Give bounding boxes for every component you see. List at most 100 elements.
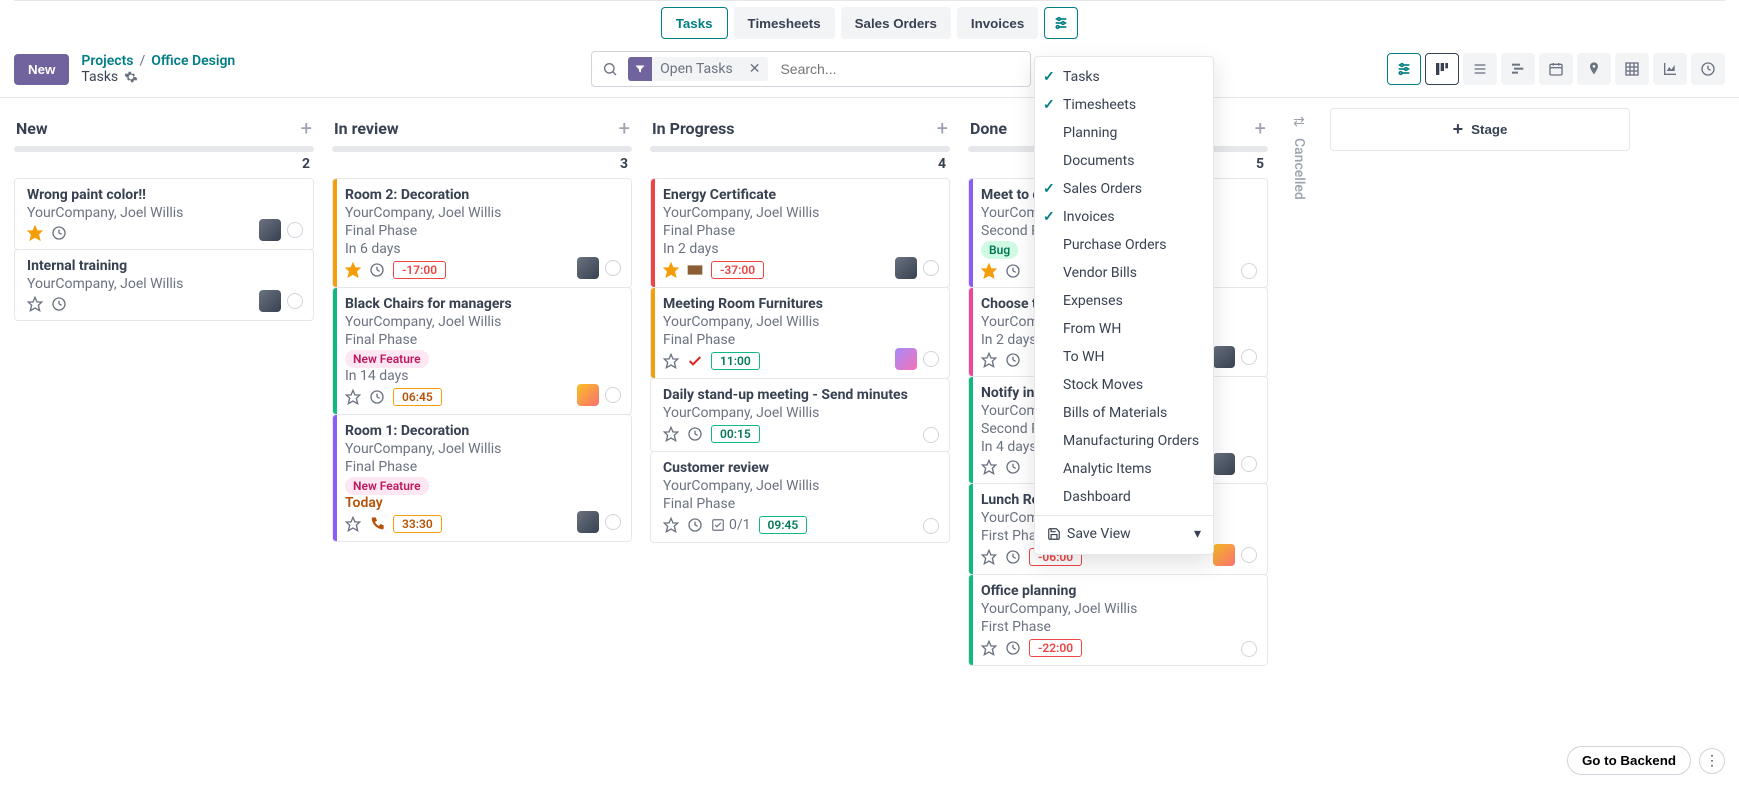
- kanban-card[interactable]: Room 1: DecorationYourCompany, Joel Will…: [332, 414, 632, 542]
- status-dot[interactable]: [923, 260, 939, 276]
- save-view-button[interactable]: Save View▾: [1035, 520, 1213, 548]
- status-dot[interactable]: [605, 260, 621, 276]
- avatar[interactable]: [259, 219, 281, 241]
- avatar[interactable]: [895, 348, 917, 370]
- view-kanban-button[interactable]: [1425, 53, 1459, 85]
- star-icon[interactable]: [981, 263, 997, 279]
- view-map-button[interactable]: [1577, 53, 1611, 85]
- view-filters-button[interactable]: [1387, 53, 1421, 85]
- popover-item[interactable]: ✓Invoices: [1035, 203, 1213, 231]
- status-dot[interactable]: [923, 351, 939, 367]
- popover-item[interactable]: Dashboard: [1035, 483, 1213, 511]
- clock-icon[interactable]: [1005, 263, 1021, 279]
- add-card-button[interactable]: +: [619, 116, 630, 140]
- kanban-card[interactable]: Internal trainingYourCompany, Joel Willi…: [14, 249, 314, 321]
- kanban-card[interactable]: Customer reviewYourCompany, Joel WillisF…: [650, 451, 950, 543]
- search-box[interactable]: Open Tasks ✕: [591, 51, 1031, 87]
- star-icon[interactable]: [981, 640, 997, 656]
- tab-settings-button[interactable]: [1044, 7, 1078, 39]
- tab-invoices[interactable]: Invoices: [957, 7, 1038, 39]
- popover-item[interactable]: ✓Tasks: [1035, 63, 1213, 91]
- clock-icon[interactable]: [687, 426, 703, 442]
- star-icon[interactable]: [981, 352, 997, 368]
- avatar[interactable]: [577, 257, 599, 279]
- clock-icon[interactable]: [1005, 640, 1021, 656]
- avatar[interactable]: [259, 290, 281, 312]
- star-icon[interactable]: [663, 517, 679, 533]
- view-list-button[interactable]: [1463, 53, 1497, 85]
- status-dot[interactable]: [923, 427, 939, 443]
- clock-icon[interactable]: [1005, 549, 1021, 565]
- go-to-backend-button[interactable]: Go to Backend: [1567, 746, 1691, 775]
- star-icon[interactable]: [27, 296, 43, 312]
- star-icon[interactable]: [27, 225, 43, 241]
- status-dot[interactable]: [287, 222, 303, 238]
- add-card-button[interactable]: +: [301, 116, 312, 140]
- star-icon[interactable]: [981, 549, 997, 565]
- search-input[interactable]: [774, 55, 1030, 83]
- popover-item[interactable]: ✓Timesheets: [1035, 91, 1213, 119]
- star-icon[interactable]: [981, 459, 997, 475]
- popover-item[interactable]: Bills of Materials: [1035, 399, 1213, 427]
- folded-column[interactable]: ⇄Cancelled: [1286, 108, 1312, 200]
- popover-item[interactable]: From WH: [1035, 315, 1213, 343]
- status-dot[interactable]: [1241, 263, 1257, 279]
- add-stage-button[interactable]: +Stage: [1330, 108, 1630, 151]
- status-dot[interactable]: [1241, 456, 1257, 472]
- tab-timesheets[interactable]: Timesheets: [734, 7, 835, 39]
- clock-icon[interactable]: [369, 262, 385, 278]
- mail-icon[interactable]: [687, 262, 703, 278]
- clock-icon[interactable]: [51, 225, 67, 241]
- status-dot[interactable]: [1241, 641, 1257, 657]
- popover-item[interactable]: Purchase Orders: [1035, 231, 1213, 259]
- status-dot[interactable]: [605, 514, 621, 530]
- avatar[interactable]: [895, 257, 917, 279]
- status-dot[interactable]: [1241, 349, 1257, 365]
- clock-icon[interactable]: [369, 389, 385, 405]
- popover-item[interactable]: Expenses: [1035, 287, 1213, 315]
- star-icon[interactable]: [345, 516, 361, 532]
- star-icon[interactable]: [663, 426, 679, 442]
- view-calendar-button[interactable]: [1539, 53, 1573, 85]
- add-card-button[interactable]: +: [937, 116, 948, 140]
- status-dot[interactable]: [605, 387, 621, 403]
- gear-icon[interactable]: [124, 70, 138, 84]
- kanban-card[interactable]: Wrong paint color!!YourCompany, Joel Wil…: [14, 178, 314, 250]
- view-graph-button[interactable]: [1653, 53, 1687, 85]
- star-icon[interactable]: [345, 389, 361, 405]
- status-dot[interactable]: [923, 518, 939, 534]
- add-card-button[interactable]: +: [1255, 116, 1266, 140]
- avatar[interactable]: [577, 511, 599, 533]
- clock-icon[interactable]: [687, 517, 703, 533]
- breadcrumb-projects[interactable]: Projects: [81, 53, 133, 69]
- kanban-card[interactable]: Office planningYourCompany, Joel WillisF…: [968, 574, 1268, 666]
- check-icon[interactable]: [687, 353, 703, 369]
- status-dot[interactable]: [1241, 547, 1257, 563]
- breadcrumb-office-design[interactable]: Office Design: [151, 53, 235, 69]
- popover-item[interactable]: Documents: [1035, 147, 1213, 175]
- view-activity-button[interactable]: [1691, 53, 1725, 85]
- backend-menu-button[interactable]: ⋮: [1699, 748, 1725, 774]
- star-icon[interactable]: [345, 262, 361, 278]
- popover-item[interactable]: ✓Sales Orders: [1035, 175, 1213, 203]
- kanban-card[interactable]: Room 2: DecorationYourCompany, Joel Will…: [332, 178, 632, 288]
- kanban-card[interactable]: Daily stand-up meeting - Send minutesYou…: [650, 378, 950, 452]
- filter-remove[interactable]: ✕: [741, 61, 769, 77]
- tab-tasks[interactable]: Tasks: [661, 7, 728, 39]
- clock-icon[interactable]: [51, 296, 67, 312]
- new-button[interactable]: New: [14, 54, 69, 85]
- popover-item[interactable]: Analytic Items: [1035, 455, 1213, 483]
- tab-sales-orders[interactable]: Sales Orders: [841, 7, 951, 39]
- star-icon[interactable]: [663, 262, 679, 278]
- avatar[interactable]: [1213, 346, 1235, 368]
- avatar[interactable]: [1213, 453, 1235, 475]
- star-icon[interactable]: [663, 353, 679, 369]
- view-pivot-button[interactable]: [1615, 53, 1649, 85]
- kanban-card[interactable]: Energy CertificateYourCompany, Joel Will…: [650, 178, 950, 288]
- view-gantt-button[interactable]: [1501, 53, 1535, 85]
- kanban-card[interactable]: Black Chairs for managersYourCompany, Jo…: [332, 287, 632, 415]
- avatar[interactable]: [577, 384, 599, 406]
- popover-item[interactable]: Stock Moves: [1035, 371, 1213, 399]
- kanban-card[interactable]: Meeting Room FurnituresYourCompany, Joel…: [650, 287, 950, 379]
- popover-item[interactable]: Manufacturing Orders: [1035, 427, 1213, 455]
